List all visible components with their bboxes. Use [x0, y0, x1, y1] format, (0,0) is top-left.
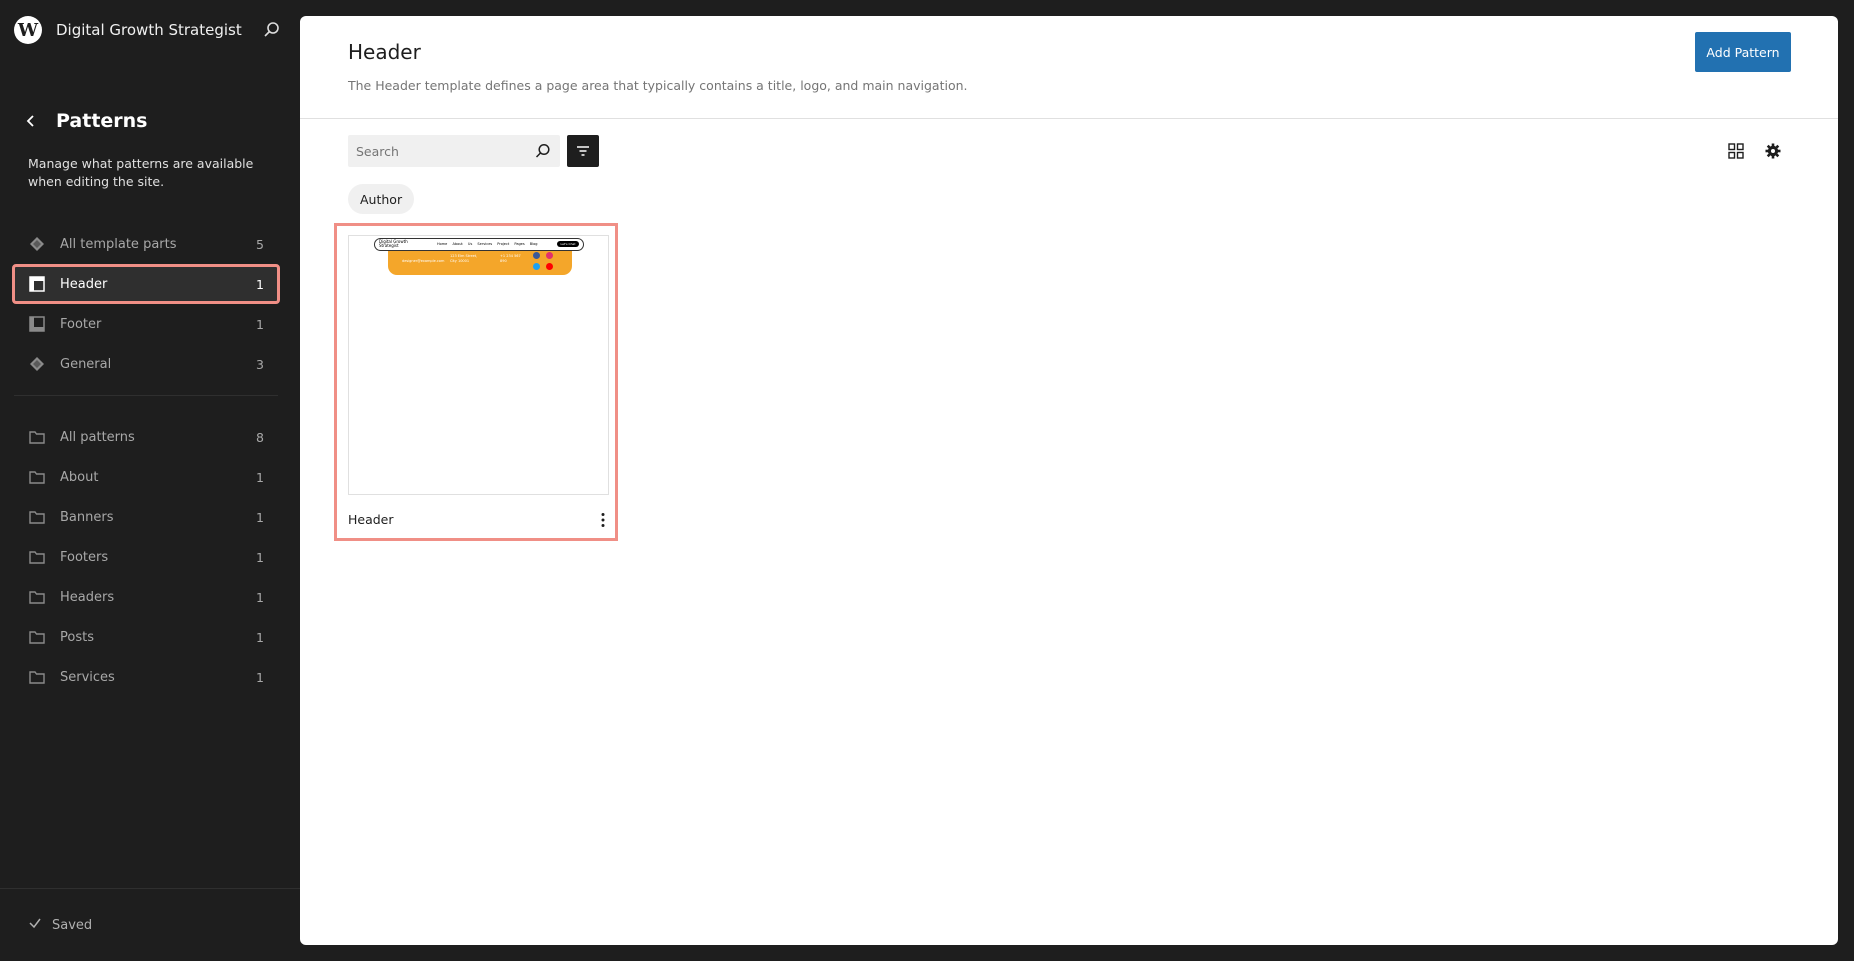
search-icon[interactable] — [262, 20, 282, 40]
sidebar-item-count: 1 — [256, 589, 264, 605]
folder-icon — [28, 668, 46, 686]
sidebar-item-label: Footers — [60, 549, 109, 565]
sidebar-item-label: About — [60, 469, 99, 485]
page-description: The Header template defines a page area … — [348, 78, 968, 93]
preview-cta: Let's Chat — [557, 241, 579, 247]
divider — [14, 395, 278, 396]
divider — [0, 888, 300, 889]
chevron-left-icon — [26, 115, 34, 127]
sidebar: W Digital Growth Strategist Patterns Man… — [0, 0, 300, 961]
search-input[interactable] — [348, 135, 523, 167]
sidebar-item-services[interactable]: Services 1 — [14, 659, 278, 695]
preview-logo: Digital Growth Strategist — [379, 239, 408, 248]
back-button[interactable] — [20, 110, 42, 132]
sidebar-item-label: Footer — [60, 316, 102, 332]
sidebar-item-banners[interactable]: Banners 1 — [14, 499, 278, 535]
sidebar-item-about[interactable]: About 1 — [14, 459, 278, 495]
gear-icon[interactable] — [1762, 140, 1784, 162]
search-box — [348, 135, 560, 167]
check-icon — [28, 916, 42, 934]
facebook-icon — [533, 252, 540, 259]
sidebar-item-general[interactable]: General 3 — [14, 346, 278, 382]
pattern-preview[interactable]: Digital Growth Strategist Home About Us … — [348, 235, 609, 495]
pattern-card[interactable]: Digital Growth Strategist Home About Us … — [334, 223, 618, 541]
sidebar-item-count: 1 — [256, 509, 264, 525]
filter-button[interactable] — [567, 135, 599, 167]
sidebar-item-count: 1 — [256, 629, 264, 645]
folder-icon — [28, 588, 46, 606]
grid-view-icon[interactable] — [1725, 140, 1747, 162]
sidebar-item-count: 1 — [256, 669, 264, 685]
sidebar-item-all-template-parts[interactable]: All template parts 5 — [14, 226, 278, 262]
sidebar-item-label: Banners — [60, 509, 114, 525]
sidebar-item-count: 1 — [256, 549, 264, 565]
preview-email: designer@example.com — [402, 259, 445, 263]
sidebar-item-footers[interactable]: Footers 1 — [14, 539, 278, 575]
youtube-icon — [546, 263, 553, 270]
site-hub[interactable]: W Digital Growth Strategist — [14, 14, 242, 46]
footer-icon — [28, 315, 46, 333]
sidebar-item-count: 1 — [256, 316, 264, 332]
sidebar-item-label: All template parts — [60, 236, 177, 252]
sidebar-title: Patterns — [56, 110, 148, 132]
site-name[interactable]: Digital Growth Strategist — [56, 21, 242, 39]
sidebar-item-label: All patterns — [60, 429, 135, 445]
save-status-label: Saved — [52, 917, 93, 933]
more-options-icon[interactable] — [594, 510, 612, 530]
folder-icon — [28, 628, 46, 646]
sidebar-description: Manage what patterns are available when … — [28, 156, 254, 189]
header-icon — [28, 275, 46, 293]
sidebar-item-label: Posts — [60, 629, 94, 645]
save-status: Saved — [28, 916, 92, 934]
page-header: Header The Header template defines a pag… — [300, 16, 1838, 119]
folder-icon — [28, 508, 46, 526]
symbol-icon — [28, 235, 46, 253]
twitter-icon — [533, 263, 540, 270]
sidebar-item-footer[interactable]: Footer 1 — [14, 306, 278, 342]
preview-info-band: designer@example.com 123 Elm Street, Cit… — [388, 251, 572, 275]
author-filter-chip[interactable]: Author — [348, 184, 415, 214]
sidebar-item-header[interactable]: Header 1 — [12, 264, 280, 304]
filter-icon — [577, 146, 589, 156]
sidebar-item-label: Header — [60, 276, 108, 292]
sidebar-item-label: Headers — [60, 589, 115, 605]
sidebar-item-posts[interactable]: Posts 1 — [14, 619, 278, 655]
sidebar-item-label: Services — [60, 669, 115, 685]
preview-address: 123 Elm Street, City 10001 — [450, 254, 478, 263]
folder-icon — [28, 428, 46, 446]
preview-nav-links: Home About Us Services Project Pages Blo… — [437, 242, 538, 246]
preview-phone: +1 234 567 890 — [500, 254, 521, 263]
sidebar-item-label: General — [60, 356, 112, 372]
sidebar-item-count: 1 — [256, 469, 264, 485]
search-icon[interactable] — [534, 142, 552, 160]
instagram-icon — [546, 252, 553, 259]
symbol-icon — [28, 355, 46, 373]
sidebar-item-count: 1 — [256, 276, 264, 292]
folder-icon — [28, 548, 46, 566]
sidebar-item-count: 5 — [256, 236, 264, 252]
sidebar-item-all-patterns[interactable]: All patterns 8 — [14, 419, 278, 455]
folder-icon — [28, 468, 46, 486]
wordpress-logo-icon[interactable]: W — [14, 16, 42, 44]
page-title: Header — [348, 40, 421, 64]
sidebar-item-headers[interactable]: Headers 1 — [14, 579, 278, 615]
main-content: Header The Header template defines a pag… — [300, 16, 1838, 945]
sidebar-item-count: 3 — [256, 356, 264, 372]
pattern-card-title: Header — [348, 512, 394, 527]
sidebar-item-count: 8 — [256, 429, 264, 445]
add-pattern-button[interactable]: Add Pattern — [1695, 32, 1791, 72]
preview-nav-bar: Digital Growth Strategist Home About Us … — [374, 238, 584, 251]
